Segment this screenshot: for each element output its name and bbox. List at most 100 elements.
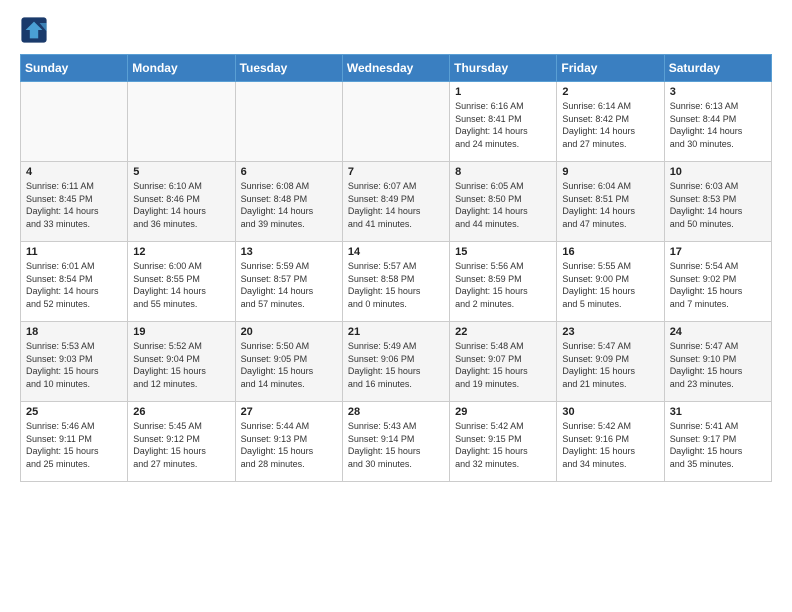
day-info: Sunrise: 5:49 AM Sunset: 9:06 PM Dayligh… [348, 340, 444, 390]
day-info: Sunrise: 6:03 AM Sunset: 8:53 PM Dayligh… [670, 180, 766, 230]
col-header-tuesday: Tuesday [235, 55, 342, 82]
calendar-cell: 11Sunrise: 6:01 AM Sunset: 8:54 PM Dayli… [21, 242, 128, 322]
day-number: 16 [562, 246, 658, 258]
day-number: 30 [562, 406, 658, 418]
col-header-friday: Friday [557, 55, 664, 82]
day-info: Sunrise: 5:48 AM Sunset: 9:07 PM Dayligh… [455, 340, 551, 390]
day-number: 15 [455, 246, 551, 258]
day-number: 31 [670, 406, 766, 418]
day-number: 23 [562, 326, 658, 338]
calendar-cell: 6 Sunrise: 6:08 AM Sunset: 8:48 PM Daylig… [235, 162, 342, 242]
calendar-cell [342, 82, 449, 162]
day-number: 20 [241, 326, 337, 338]
calendar-cell: 25Sunrise: 5:46 AM Sunset: 9:11 PM Dayli… [21, 402, 128, 482]
day-number: 3 [670, 86, 766, 98]
day-number: 19 [133, 326, 229, 338]
day-info: Sunrise: 5:55 AM Sunset: 9:00 PM Dayligh… [562, 260, 658, 310]
day-number: 6 [241, 166, 337, 178]
calendar-cell: 21 Sunrise: 5:49 AM Sunset: 9:06 PM Dayli… [342, 322, 449, 402]
calendar-cell: 17 Sunrise: 5:54 AM Sunset: 9:02 PM Dayli… [664, 242, 771, 322]
day-info: Sunrise: 5:53 AM Sunset: 9:03 PM Dayligh… [26, 340, 122, 390]
calendar-cell: 13 Sunrise: 5:59 AM Sunset: 8:57 PM Dayli… [235, 242, 342, 322]
day-info: Sunrise: 5:44 AM Sunset: 9:13 PM Dayligh… [241, 420, 337, 470]
day-info: Sunrise: 6:04 AM Sunset: 8:51 PM Dayligh… [562, 180, 658, 230]
calendar-cell: 12 Sunrise: 6:00 AM Sunset: 8:55 PM Dayli… [128, 242, 235, 322]
calendar-cell: 7 Sunrise: 6:07 AM Sunset: 8:49 PM Daylig… [342, 162, 449, 242]
day-number: 28 [348, 406, 444, 418]
calendar-page: SundayMondayTuesdayWednesdayThursdayFrid… [0, 0, 792, 498]
calendar-week-row: 18 Sunrise: 5:53 AM Sunset: 9:03 PM Dayli… [21, 322, 772, 402]
calendar-header-row: SundayMondayTuesdayWednesdayThursdayFrid… [21, 55, 772, 82]
day-number: 12 [133, 246, 229, 258]
col-header-sunday: Sunday [21, 55, 128, 82]
calendar-cell: 2 Sunrise: 6:14 AM Sunset: 8:42 PM Daylig… [557, 82, 664, 162]
calendar-table: SundayMondayTuesdayWednesdayThursdayFrid… [20, 54, 772, 482]
day-info: Sunrise: 6:10 AM Sunset: 8:46 PM Dayligh… [133, 180, 229, 230]
logo [20, 16, 52, 44]
day-info: Sunrise: 5:43 AM Sunset: 9:14 PM Dayligh… [348, 420, 444, 470]
day-info: Sunrise: 5:47 AM Sunset: 9:09 PM Dayligh… [562, 340, 658, 390]
day-info: Sunrise: 5:46 AM Sunset: 9:11 PM Dayligh… [26, 420, 122, 470]
day-info: Sunrise: 5:52 AM Sunset: 9:04 PM Dayligh… [133, 340, 229, 390]
calendar-cell: 20 Sunrise: 5:50 AM Sunset: 9:05 PM Dayli… [235, 322, 342, 402]
calendar-cell [21, 82, 128, 162]
calendar-week-row: 4 Sunrise: 6:11 AM Sunset: 8:45 PM Daylig… [21, 162, 772, 242]
calendar-week-row: 1 Sunrise: 6:16 AM Sunset: 8:41 PM Daylig… [21, 82, 772, 162]
day-number: 8 [455, 166, 551, 178]
day-number: 5 [133, 166, 229, 178]
day-info: Sunrise: 6:16 AM Sunset: 8:41 PM Dayligh… [455, 100, 551, 150]
calendar-cell: 4 Sunrise: 6:11 AM Sunset: 8:45 PM Daylig… [21, 162, 128, 242]
day-number: 21 [348, 326, 444, 338]
day-info: Sunrise: 6:14 AM Sunset: 8:42 PM Dayligh… [562, 100, 658, 150]
calendar-cell: 27 Sunrise: 5:44 AM Sunset: 9:13 PM Dayli… [235, 402, 342, 482]
col-header-saturday: Saturday [664, 55, 771, 82]
day-number: 27 [241, 406, 337, 418]
day-number: 7 [348, 166, 444, 178]
calendar-cell [128, 82, 235, 162]
day-info: Sunrise: 5:50 AM Sunset: 9:05 PM Dayligh… [241, 340, 337, 390]
day-number: 10 [670, 166, 766, 178]
logo-icon [20, 16, 48, 44]
day-info: Sunrise: 5:42 AM Sunset: 9:16 PM Dayligh… [562, 420, 658, 470]
calendar-cell: 31 Sunrise: 5:41 AM Sunset: 9:17 PM Dayli… [664, 402, 771, 482]
day-info: Sunrise: 6:13 AM Sunset: 8:44 PM Dayligh… [670, 100, 766, 150]
calendar-cell: 14Sunrise: 5:57 AM Sunset: 8:58 PM Dayli… [342, 242, 449, 322]
day-info: Sunrise: 5:56 AM Sunset: 8:59 PM Dayligh… [455, 260, 551, 310]
day-info: Sunrise: 5:42 AM Sunset: 9:15 PM Dayligh… [455, 420, 551, 470]
calendar-cell: 3 Sunrise: 6:13 AM Sunset: 8:44 PM Daylig… [664, 82, 771, 162]
calendar-cell: 5 Sunrise: 6:10 AM Sunset: 8:46 PM Daylig… [128, 162, 235, 242]
calendar-cell: 28 Sunrise: 5:43 AM Sunset: 9:14 PM Dayli… [342, 402, 449, 482]
day-number: 1 [455, 86, 551, 98]
calendar-week-row: 25Sunrise: 5:46 AM Sunset: 9:11 PM Dayli… [21, 402, 772, 482]
day-number: 18 [26, 326, 122, 338]
day-info: Sunrise: 6:11 AM Sunset: 8:45 PM Dayligh… [26, 180, 122, 230]
calendar-cell: 30 Sunrise: 5:42 AM Sunset: 9:16 PM Dayli… [557, 402, 664, 482]
day-info: Sunrise: 5:41 AM Sunset: 9:17 PM Dayligh… [670, 420, 766, 470]
day-number: 2 [562, 86, 658, 98]
calendar-cell: 9Sunrise: 6:04 AM Sunset: 8:51 PM Daylig… [557, 162, 664, 242]
calendar-cell: 23 Sunrise: 5:47 AM Sunset: 9:09 PM Dayli… [557, 322, 664, 402]
calendar-cell: 26Sunrise: 5:45 AM Sunset: 9:12 PM Dayli… [128, 402, 235, 482]
calendar-cell: 29 Sunrise: 5:42 AM Sunset: 9:15 PM Dayli… [450, 402, 557, 482]
calendar-cell [235, 82, 342, 162]
day-info: Sunrise: 6:08 AM Sunset: 8:48 PM Dayligh… [241, 180, 337, 230]
day-info: Sunrise: 6:00 AM Sunset: 8:55 PM Dayligh… [133, 260, 229, 310]
calendar-cell: 15 Sunrise: 5:56 AM Sunset: 8:59 PM Dayli… [450, 242, 557, 322]
col-header-thursday: Thursday [450, 55, 557, 82]
calendar-cell: 18 Sunrise: 5:53 AM Sunset: 9:03 PM Dayli… [21, 322, 128, 402]
day-info: Sunrise: 6:05 AM Sunset: 8:50 PM Dayligh… [455, 180, 551, 230]
header [20, 16, 772, 44]
calendar-cell: 22Sunrise: 5:48 AM Sunset: 9:07 PM Dayli… [450, 322, 557, 402]
day-info: Sunrise: 5:59 AM Sunset: 8:57 PM Dayligh… [241, 260, 337, 310]
day-number: 24 [670, 326, 766, 338]
day-number: 14 [348, 246, 444, 258]
calendar-week-row: 11Sunrise: 6:01 AM Sunset: 8:54 PM Dayli… [21, 242, 772, 322]
day-number: 13 [241, 246, 337, 258]
calendar-cell: 8 Sunrise: 6:05 AM Sunset: 8:50 PM Daylig… [450, 162, 557, 242]
day-number: 4 [26, 166, 122, 178]
calendar-cell: 10 Sunrise: 6:03 AM Sunset: 8:53 PM Dayli… [664, 162, 771, 242]
day-info: Sunrise: 6:07 AM Sunset: 8:49 PM Dayligh… [348, 180, 444, 230]
day-number: 17 [670, 246, 766, 258]
day-info: Sunrise: 5:54 AM Sunset: 9:02 PM Dayligh… [670, 260, 766, 310]
day-number: 29 [455, 406, 551, 418]
